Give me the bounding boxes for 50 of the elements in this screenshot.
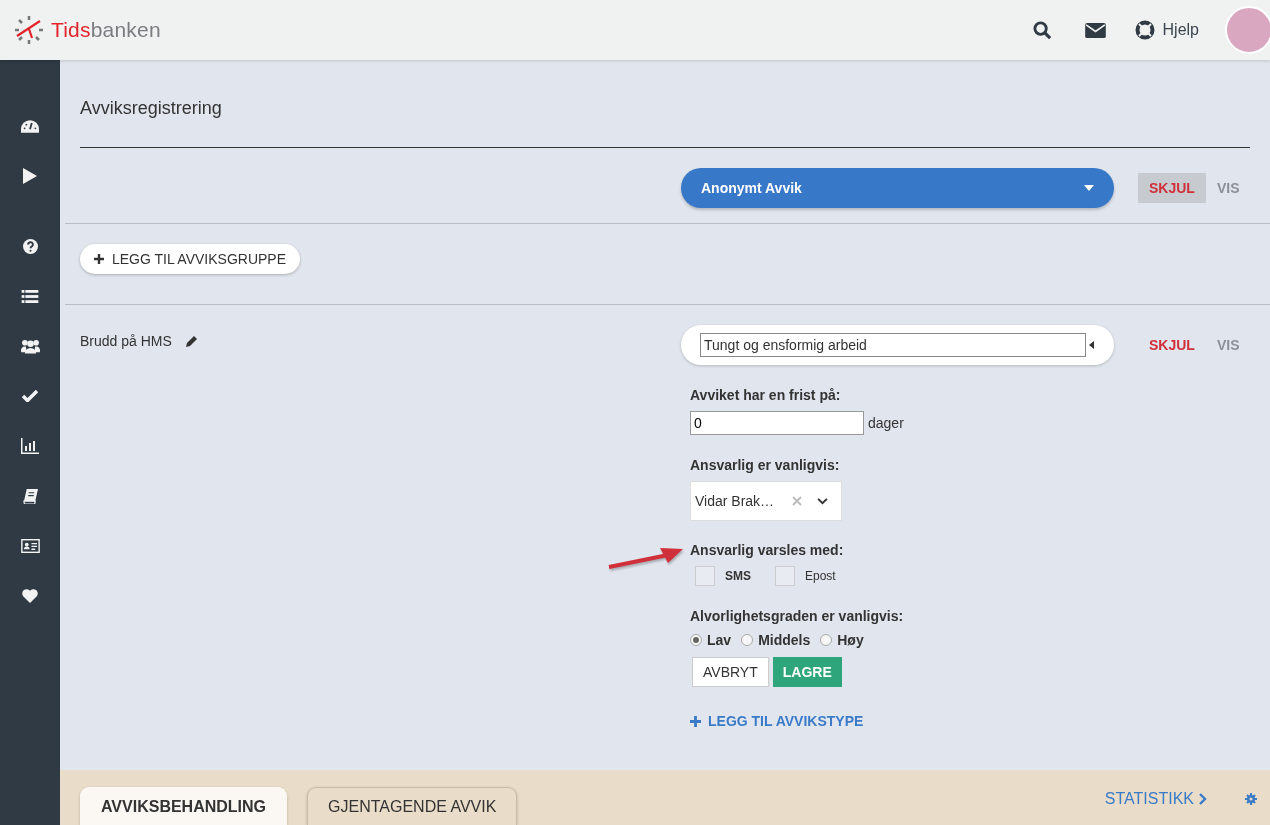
radio-label: Høy — [837, 632, 864, 648]
group-name: Brudd på HMS — [80, 333, 172, 349]
deadline-input[interactable]: 0 — [690, 411, 864, 435]
settings-icon[interactable] — [1245, 793, 1257, 805]
bar-chart-icon[interactable] — [21, 438, 39, 454]
plus-icon — [690, 715, 701, 727]
type-select[interactable]: Tungt og ensformig arbeid — [681, 325, 1114, 365]
heart-icon[interactable] — [22, 589, 38, 603]
radio-label: Middels — [758, 632, 811, 648]
pencil-icon[interactable] — [185, 335, 198, 347]
tab[interactable]: AVVIKSBEHANDLING — [80, 787, 288, 825]
responsible-select[interactable]: Vidar Brak… — [690, 481, 842, 521]
caret-icon — [1089, 341, 1094, 349]
field-label: Ansvarlig er vanligvis: — [690, 457, 841, 473]
question-icon[interactable] — [22, 238, 38, 254]
id-card-icon[interactable] — [20, 539, 40, 553]
list-icon[interactable] — [21, 289, 39, 303]
page-title: Avviksregistrering — [80, 98, 223, 120]
field-label: Alvorlighetsgraden er vanligvis: — [690, 608, 905, 624]
checkbox[interactable] — [775, 566, 795, 586]
logo-text: Tidsbanken — [51, 18, 161, 42]
chevron-down-icon[interactable] — [817, 497, 829, 505]
envelope-icon[interactable] — [1084, 22, 1106, 38]
lifebuoy-icon — [1134, 20, 1155, 40]
help-link[interactable]: Hjelp — [1134, 20, 1199, 40]
radio-button[interactable] — [820, 634, 833, 646]
hide-toggle[interactable]: SKJUL — [1138, 330, 1206, 360]
book-icon[interactable] — [22, 488, 38, 504]
field-label: Avviket har en frist på: — [690, 387, 842, 403]
checkbox[interactable] — [695, 566, 715, 586]
cancel-button[interactable]: AVBRYT — [692, 657, 769, 687]
users-icon[interactable] — [20, 338, 40, 354]
radio-label: Lav — [707, 632, 732, 648]
category-dropdown[interactable]: Anonymt Avvik — [681, 168, 1114, 208]
checkbox-label: SMS — [725, 569, 751, 583]
chevron-right-icon — [1199, 793, 1207, 805]
search-icon[interactable] — [1032, 20, 1052, 40]
clock-logo-icon — [14, 15, 44, 45]
caret-icon — [1084, 185, 1094, 191]
radio-button[interactable] — [741, 634, 754, 646]
tab[interactable]: GJENTAGENDE AVVIK — [307, 787, 518, 825]
radio-button[interactable] — [690, 634, 702, 646]
checkbox-label: Epost — [805, 569, 836, 583]
play-icon[interactable] — [23, 168, 37, 184]
add-group-button[interactable]: LEGG TIL AVVIKSGRUPPE — [80, 244, 301, 274]
field-label: Ansvarlig varsles med: — [690, 542, 1250, 558]
gauge-icon[interactable] — [21, 119, 39, 133]
check-icon[interactable] — [22, 390, 38, 402]
unit-label: dager — [868, 415, 904, 431]
plus-icon — [94, 254, 104, 264]
